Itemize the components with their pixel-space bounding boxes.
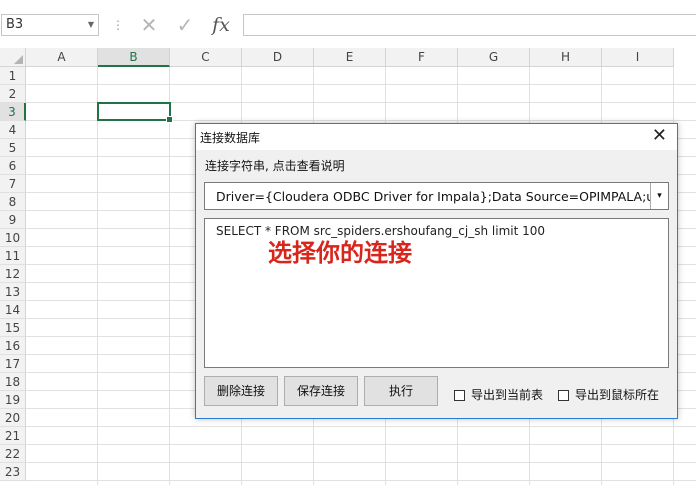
row-header-5[interactable]: 5 <box>0 139 26 157</box>
connection-string-value: Driver={Cloudera ODBC Driver for Impala}… <box>216 189 669 204</box>
column-header-a[interactable]: A <box>26 48 98 67</box>
cancel-icon[interactable]: ✕ <box>136 13 162 37</box>
row-header-6[interactable]: 6 <box>0 157 26 175</box>
name-box[interactable]: B3 ▼ <box>1 14 99 36</box>
row-header-8[interactable]: 8 <box>0 193 26 211</box>
execute-button[interactable]: 执行 <box>364 376 438 406</box>
column-header-d[interactable]: D <box>242 48 314 67</box>
column-header-b[interactable]: B <box>98 48 170 67</box>
column-header-g[interactable]: G <box>458 48 530 67</box>
checkbox-box[interactable] <box>454 390 465 401</box>
row-header-14[interactable]: 14 <box>0 301 26 319</box>
selected-cell[interactable] <box>97 102 173 123</box>
row-header-19[interactable]: 19 <box>0 391 26 409</box>
column-header-c[interactable]: C <box>170 48 242 67</box>
column-header-e[interactable]: E <box>314 48 386 67</box>
row-header-16[interactable]: 16 <box>0 337 26 355</box>
connect-database-dialog: 连接数据库 ✕ 连接字符串, 点击查看说明 Driver={Cloudera O… <box>195 123 678 419</box>
row-header-18[interactable]: 18 <box>0 373 26 391</box>
insert-function-icon[interactable]: fx <box>208 13 234 37</box>
row-header-15[interactable]: 15 <box>0 319 26 337</box>
dialog-titlebar: 连接数据库 ✕ <box>196 124 677 150</box>
row-header-2[interactable]: 2 <box>0 85 26 103</box>
row-header-11[interactable]: 11 <box>0 247 26 265</box>
row-header-22[interactable]: 22 <box>0 445 26 463</box>
row-header-4[interactable]: 4 <box>0 121 26 139</box>
formula-bar: B3 ▼ ⋮ ✕ ✓ fx <box>0 0 696 48</box>
row-header-7[interactable]: 7 <box>0 175 26 193</box>
sql-editor[interactable]: SELECT * FROM src_spiders.ershoufang_cj_… <box>204 218 669 368</box>
row-header-10[interactable]: 10 <box>0 229 26 247</box>
row-header-13[interactable]: 13 <box>0 283 26 301</box>
export-cursor-checkbox[interactable]: 导出到鼠标所在 <box>558 386 659 403</box>
column-header-h[interactable]: H <box>530 48 602 67</box>
row-header-3[interactable]: 3 <box>0 103 26 121</box>
row-header-21[interactable]: 21 <box>0 427 26 445</box>
column-header-i[interactable]: I <box>602 48 674 67</box>
select-all-corner[interactable] <box>0 48 26 67</box>
dialog-title: 连接数据库 <box>200 131 261 145</box>
name-box-value: B3 <box>6 17 24 32</box>
chevron-down-icon[interactable]: ▾ <box>650 183 668 209</box>
chevron-down-icon[interactable]: ▼ <box>88 15 94 35</box>
row-header-17[interactable]: 17 <box>0 355 26 373</box>
connection-string-label[interactable]: 连接字符串, 点击查看说明 <box>205 157 345 174</box>
formula-bar-separator-icon: ⋮ <box>112 18 124 32</box>
connection-string-combo[interactable]: Driver={Cloudera ODBC Driver for Impala}… <box>204 182 669 210</box>
save-connection-button[interactable]: 保存连接 <box>284 376 358 406</box>
row-header-12[interactable]: 12 <box>0 265 26 283</box>
formula-input[interactable] <box>243 14 696 36</box>
close-icon[interactable]: ✕ <box>652 126 667 146</box>
checkbox-box[interactable] <box>558 390 569 401</box>
row-header-23[interactable]: 23 <box>0 463 26 481</box>
annotation-overlay-text: 选择你的连接 <box>268 239 412 267</box>
column-header-f[interactable]: F <box>386 48 458 67</box>
export-cursor-label: 导出到鼠标所在 <box>575 388 660 402</box>
row-header-9[interactable]: 9 <box>0 211 26 229</box>
enter-check-icon[interactable]: ✓ <box>172 13 198 37</box>
export-current-sheet-checkbox[interactable]: 导出到当前表 <box>454 386 543 403</box>
delete-connection-button[interactable]: 删除连接 <box>204 376 278 406</box>
export-current-sheet-label: 导出到当前表 <box>471 388 544 402</box>
row-header-1[interactable]: 1 <box>0 67 26 85</box>
row-header-20[interactable]: 20 <box>0 409 26 427</box>
